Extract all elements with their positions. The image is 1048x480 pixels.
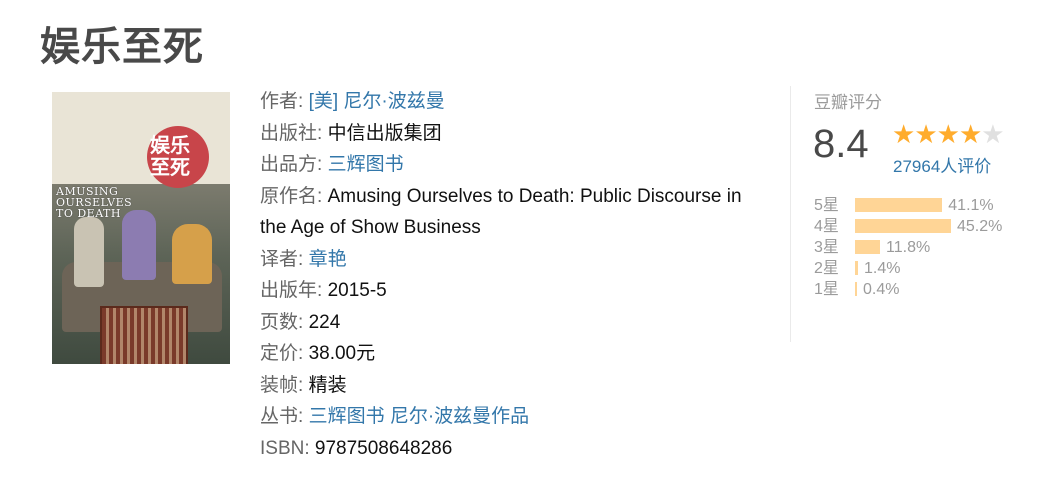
info-label: 出版社:: [260, 122, 328, 144]
star-empty-icon: ★: [981, 119, 1004, 149]
rating-votes-link[interactable]: 27964人评价: [893, 152, 991, 177]
info-row: 出版社: 中信出版集团: [260, 118, 770, 150]
info-label: 定价:: [260, 343, 309, 364]
rating-bar: [855, 219, 951, 233]
info-label: 作者:: [260, 91, 309, 112]
rating-bar-label: 5星: [814, 197, 839, 214]
rating-bar-percent: 11.8%: [886, 239, 931, 256]
rating-bar: [855, 240, 881, 254]
rating-title: 豆瓣评分: [814, 93, 882, 112]
info-row: 出版年: 2015-5: [260, 275, 770, 307]
book-cover-image[interactable]: 娱乐至死 AMUSING OURSELVES TO DEATH: [52, 92, 230, 364]
rating-bar-label: 1星: [814, 281, 839, 298]
book-info: 作者: [美] 尼尔·波兹曼 出版社: 中信出版集团 出品方: 三辉图书 原作名: A…: [260, 86, 770, 464]
info-row: 定价: 38.00元: [260, 338, 770, 370]
info-row: the Age of Show Business: [260, 212, 770, 244]
star-filled-icon: ★: [914, 119, 937, 149]
rating-bar-label: 2星: [814, 260, 839, 277]
info-value: 9787508648286: [314, 437, 453, 459]
rating-bar-percent: 45.2%: [957, 218, 1003, 235]
info-label: 出版年:: [260, 280, 328, 301]
rating-bar-label: 4星: [814, 218, 839, 235]
info-row: 页数: 224: [260, 307, 770, 339]
cover-title-en: AMUSING OURSELVES TO DEATH: [56, 185, 133, 220]
info-value: 38.00元: [308, 343, 376, 364]
star-filled-icon: ★: [892, 119, 915, 149]
info-label: 页数:: [260, 311, 309, 333]
info-row: 丛书: 三辉图书 尼尔·波兹曼作品: [260, 401, 770, 433]
info-value-link[interactable]: 三辉图书: [328, 154, 404, 175]
info-label: 装帧:: [260, 374, 309, 396]
info-label: 出品方:: [260, 154, 328, 175]
cover-tv-illustration: [100, 306, 188, 364]
info-value-link[interactable]: 章艳: [309, 249, 347, 270]
rating-bar-label: 3星: [814, 239, 839, 256]
rating-bar: [855, 261, 858, 275]
rating-stars: ★★★★★: [892, 119, 1005, 150]
info-row: 译者: 章艳: [260, 244, 770, 276]
info-row: 装帧: 精装: [260, 370, 770, 402]
info-value: the Age of Show Business: [260, 217, 481, 238]
info-value: 224: [308, 311, 341, 333]
info-value: 中信出版集团: [327, 122, 442, 144]
rating-bar: [855, 282, 857, 296]
rating-bar: [855, 198, 943, 212]
rating-bar-percent: 0.4%: [863, 281, 900, 298]
info-label: ISBN:: [260, 437, 315, 459]
divider: [790, 86, 791, 342]
info-label: 丛书:: [260, 406, 309, 427]
info-value: Amusing Ourselves to Death: Public Disco…: [327, 185, 742, 207]
info-label: 译者:: [260, 248, 309, 270]
star-filled-icon: ★: [936, 119, 960, 149]
rating-score: 8.4: [813, 122, 869, 166]
rating-bar-percent: 41.1%: [948, 197, 994, 214]
info-value: 精装: [308, 374, 347, 396]
info-value-link[interactable]: [美] 尼尔·波兹曼: [309, 91, 445, 112]
star-filled-icon: ★: [958, 119, 982, 149]
info-row: ISBN: 9787508648286: [260, 433, 770, 465]
info-row: 出品方: 三辉图书: [260, 149, 770, 181]
info-label: 原作名:: [260, 185, 328, 207]
info-row: 原作名: Amusing Ourselves to Death: Public …: [260, 181, 770, 213]
rating-bar-percent: 1.4%: [863, 260, 901, 277]
info-value-link[interactable]: 三辉图书 尼尔·波兹曼作品: [309, 406, 530, 427]
info-value: 2015-5: [327, 280, 387, 301]
cover-title-cn: 娱乐至死: [150, 133, 190, 179]
page-title: 娱乐至死: [40, 24, 204, 70]
info-row: 作者: [美] 尼尔·波兹曼: [260, 86, 770, 118]
